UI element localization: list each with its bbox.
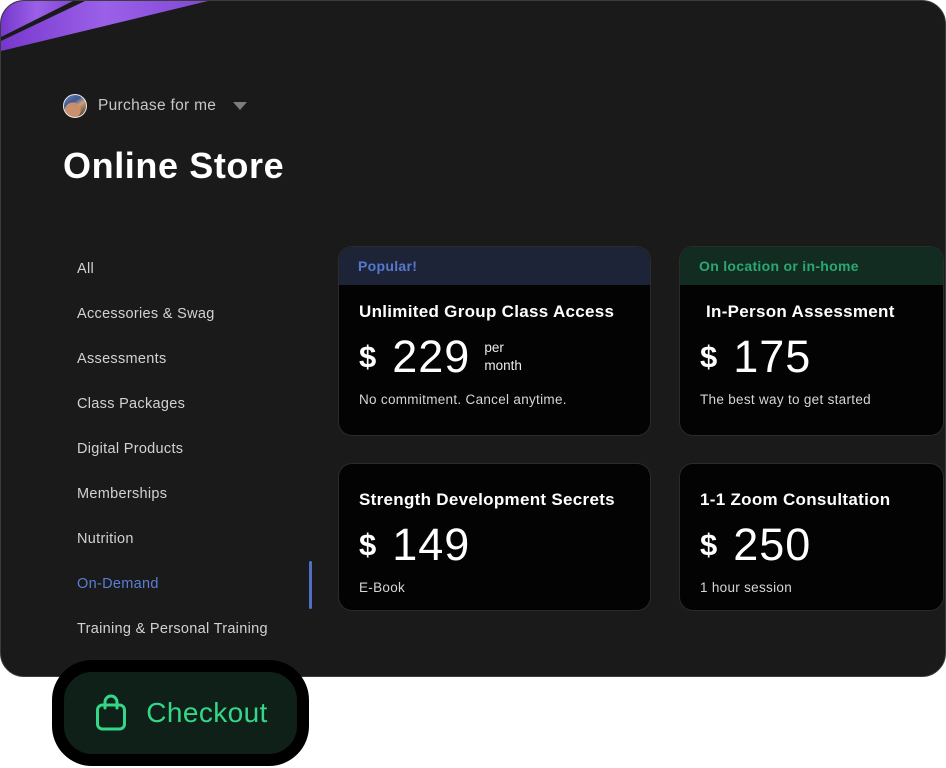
popular-badge: Popular! [339,247,650,285]
sidebar-item-digital-products[interactable]: Digital Products [77,426,307,471]
product-card-1-1-zoom-consultation[interactable]: 1-1 Zoom Consultation $ 250 1 hour sessi… [679,463,944,611]
price-period-line2: month [484,358,522,373]
product-card-in-person-assessment[interactable]: On location or in-home In-Person Assessm… [679,246,944,436]
price-period: per month [484,339,522,374]
currency-symbol: $ [700,339,718,374]
price-value: 175 [733,331,812,382]
product-card-strength-development-secrets[interactable]: Strength Development Secrets $ 149 E-Boo… [338,463,651,611]
currency-symbol: $ [359,527,377,562]
chevron-down-icon[interactable] [233,102,248,110]
active-category-indicator [309,561,312,609]
product-subtext: 1 hour session [700,580,793,595]
product-price: $ 149 [359,519,630,571]
sidebar-item-all[interactable]: All [77,246,307,291]
product-title: In-Person Assessment [706,302,895,321]
sidebar-item-accessories-swag[interactable]: Accessories & Swag [77,291,307,336]
product-title: Unlimited Group Class Access [359,302,615,321]
product-subtext: E-Book [359,580,406,595]
purple-corner-decoration [1,1,208,51]
checkout-label: Checkout [146,697,268,728]
price-value: 229 [392,331,471,382]
category-sidebar: All Accessories & Swag Assessments Class… [77,246,307,652]
product-title: 1-1 Zoom Consultation [700,490,891,509]
product-subtext: The best way to get started [700,392,871,407]
sidebar-item-class-packages[interactable]: Class Packages [77,381,307,426]
sidebar-item-nutrition[interactable]: Nutrition [77,517,307,562]
product-card-unlimited-group-class-access[interactable]: Popular! Unlimited Group Class Access $ … [338,246,651,436]
sidebar-item-memberships[interactable]: Memberships [77,471,307,516]
price-value: 149 [392,519,471,570]
product-subtext: No commitment. Cancel anytime. [359,392,567,407]
purchase-for-label: Purchase for me [98,97,217,114]
page-title: Online Store [63,145,285,186]
online-store-panel: Purchase for me Online Store All Accesso… [0,0,946,677]
shopping-bag-icon [96,694,127,731]
price-period-line1: per [484,340,504,356]
checkout-button[interactable]: Checkout [52,660,309,766]
sidebar-item-assessments[interactable]: Assessments [77,336,307,381]
purchase-for-selector[interactable]: Purchase for me [63,94,248,118]
sidebar-item-training-personal-training[interactable]: Training & Personal Training [77,607,307,652]
currency-symbol: $ [700,527,718,562]
product-title: Strength Development Secrets [359,490,615,509]
currency-symbol: $ [359,339,377,374]
sidebar-item-on-demand[interactable]: On-Demand [77,562,307,607]
avatar [63,94,87,118]
price-value: 250 [733,519,812,570]
product-price: $ 229 per month [359,331,630,383]
product-price: $ 250 [700,519,923,571]
product-price: $ 175 [700,331,923,383]
location-badge: On location or in-home [680,247,943,285]
product-grid: Popular! Unlimited Group Class Access $ … [338,246,944,611]
